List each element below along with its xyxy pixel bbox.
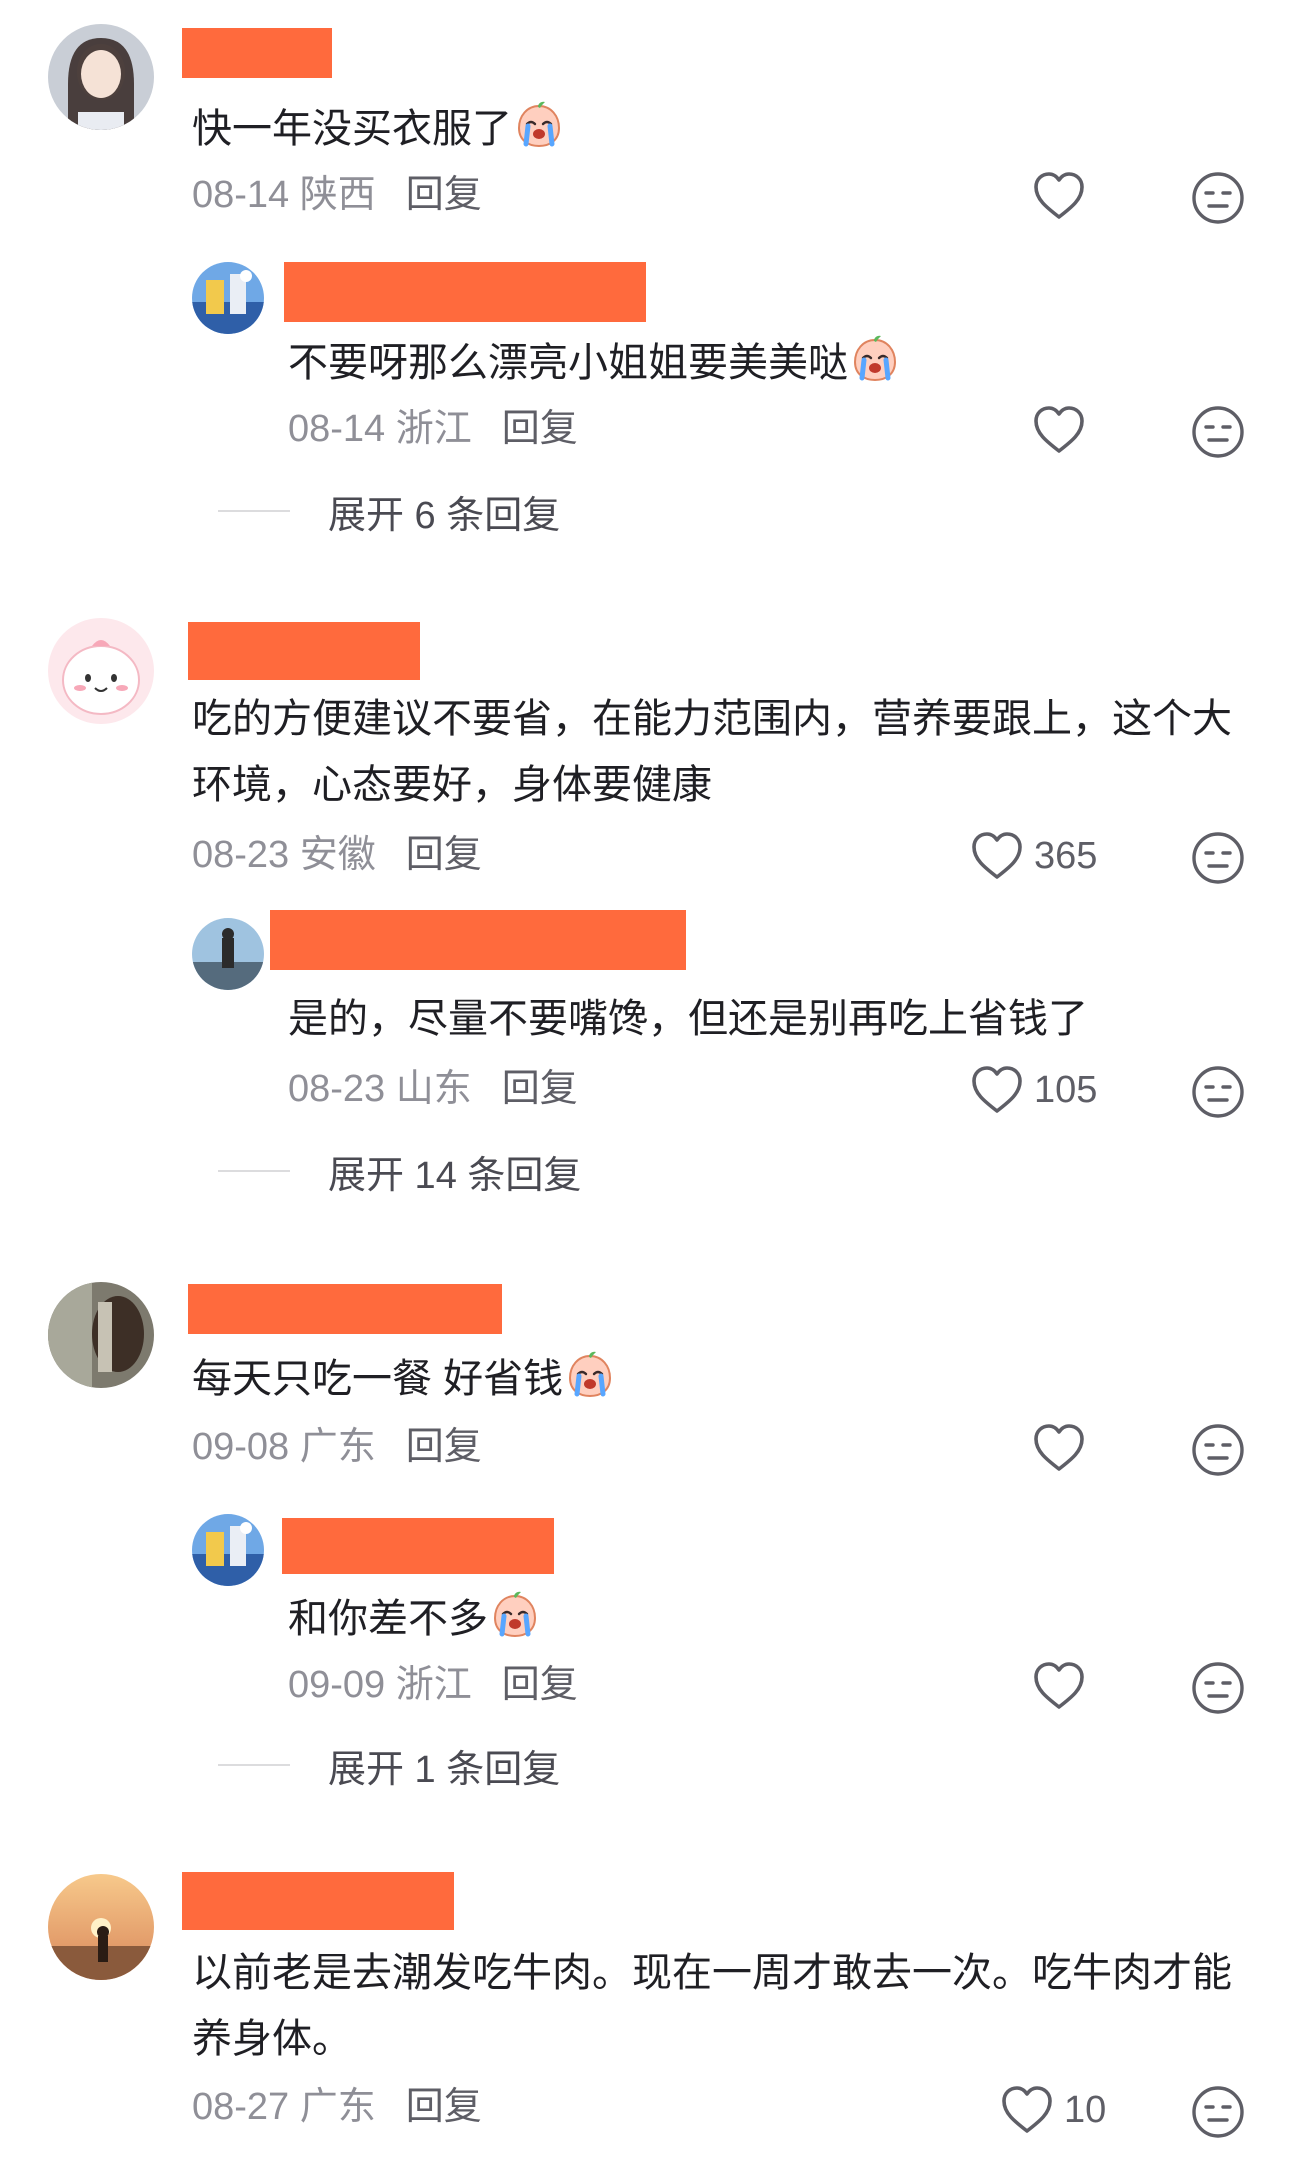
neutral-face-icon	[1190, 830, 1246, 886]
divider	[218, 1170, 290, 1172]
reply-button[interactable]: 回复	[406, 834, 482, 876]
reply-location: 浙江	[395, 408, 472, 450]
reply-button[interactable]: 回复	[502, 1068, 578, 1110]
like-count: 10	[1064, 2088, 1107, 2131]
comment-date: 08-23	[192, 834, 290, 876]
avatar[interactable]	[48, 24, 154, 130]
dislike-button[interactable]	[1190, 830, 1246, 886]
reply-button[interactable]: 回复	[406, 174, 482, 216]
avatar[interactable]	[48, 1282, 154, 1388]
reply-meta: 09-09 浙江 回复	[288, 1660, 578, 1710]
reply-button[interactable]: 回复	[502, 408, 578, 450]
comment-meta: 08-14 陕西 回复	[192, 170, 482, 220]
comment-text: 每天只吃一餐 好省钱	[192, 1346, 615, 1412]
like-count: 105	[1034, 1068, 1098, 1111]
like-button[interactable]	[1032, 1418, 1096, 1478]
heart-outline-icon	[1032, 1423, 1086, 1473]
like-button[interactable]	[1032, 166, 1096, 226]
reply-date: 08-23	[288, 1068, 386, 1110]
comment-meta: 09-08 广东 回复	[192, 1422, 482, 1472]
crying-emoji-icon	[850, 334, 900, 384]
heart-outline-icon	[1032, 405, 1086, 455]
expand-replies-button[interactable]: 展开 14 条回复	[218, 1146, 582, 1197]
comment-text: 吃的方便建议不要省，在能力范围内，营养要跟上，这个大环境，心态要好，身体要健康	[192, 697, 1232, 807]
expand-replies-button[interactable]: 展开 6 条回复	[218, 486, 561, 537]
reply-meta: 08-23 山东 回复	[288, 1064, 578, 1114]
comment-meta: 08-23 安徽 回复	[192, 830, 482, 880]
comment-location: 广东	[299, 1426, 376, 1468]
comment-text: 快一年没买衣服了	[192, 96, 564, 162]
avatar[interactable]	[48, 618, 154, 724]
heart-outline-icon	[1032, 171, 1086, 221]
reply-username-redacted	[284, 262, 646, 322]
dislike-button[interactable]	[1190, 170, 1246, 226]
username-redacted	[188, 622, 420, 680]
neutral-face-icon	[1190, 2084, 1246, 2140]
expand-replies-label: 展开 14 条回复	[328, 1154, 582, 1197]
reply-text: 不要呀那么漂亮小姐姐要美美哒	[288, 330, 900, 396]
dislike-button[interactable]	[1190, 2084, 1246, 2140]
divider	[218, 1764, 290, 1766]
heart-outline-icon	[970, 1065, 1024, 1115]
crying-emoji-icon	[490, 1590, 540, 1640]
reply-avatar[interactable]	[192, 1514, 264, 1586]
like-button[interactable]: 105	[970, 1060, 1097, 1120]
reply-username-redacted	[270, 910, 686, 970]
avatar[interactable]	[48, 1874, 154, 1980]
like-count: 365	[1034, 834, 1098, 877]
comment-date: 09-08	[192, 1426, 290, 1468]
comment-location: 陕西	[299, 174, 376, 216]
like-button[interactable]: 10	[1000, 2080, 1106, 2140]
reply-location: 浙江	[395, 1664, 472, 1706]
reply-button[interactable]: 回复	[502, 1664, 578, 1706]
reply-button[interactable]: 回复	[406, 2086, 482, 2128]
dislike-button[interactable]	[1190, 1064, 1246, 1120]
crying-emoji-icon	[565, 1350, 615, 1400]
username-redacted	[182, 28, 332, 78]
like-button[interactable]: 365	[970, 826, 1097, 886]
neutral-face-icon	[1190, 170, 1246, 226]
username-redacted	[182, 1872, 454, 1930]
reply-text: 和你差不多	[288, 1586, 540, 1652]
dislike-button[interactable]	[1190, 404, 1246, 460]
comment-date: 08-27	[192, 2086, 290, 2128]
reply-button[interactable]: 回复	[406, 1426, 482, 1468]
reply-avatar[interactable]	[192, 262, 264, 334]
reply-avatar[interactable]	[192, 918, 264, 990]
neutral-face-icon	[1190, 1422, 1246, 1478]
dislike-button[interactable]	[1190, 1422, 1246, 1478]
username-redacted	[188, 1284, 502, 1334]
crying-emoji-icon	[514, 100, 564, 150]
reply-date: 08-14	[288, 408, 386, 450]
heart-outline-icon	[970, 831, 1024, 881]
like-button[interactable]	[1032, 400, 1096, 460]
neutral-face-icon	[1190, 1660, 1246, 1716]
reply-date: 09-09	[288, 1664, 386, 1706]
heart-outline-icon	[1032, 1661, 1086, 1711]
divider	[218, 510, 290, 512]
comment-location: 广东	[299, 2086, 376, 2128]
like-button[interactable]	[1032, 1656, 1096, 1716]
comment-meta: 08-27 广东 回复	[192, 2082, 482, 2132]
comment-location: 安徽	[299, 834, 376, 876]
reply-location: 山东	[395, 1068, 472, 1110]
heart-outline-icon	[1000, 2085, 1054, 2135]
comment-date: 08-14	[192, 174, 290, 216]
neutral-face-icon	[1190, 404, 1246, 460]
expand-replies-label: 展开 1 条回复	[328, 1748, 561, 1791]
reply-text: 是的，尽量不要嘴馋，但还是别再吃上省钱了	[288, 997, 1088, 1041]
expand-replies-label: 展开 6 条回复	[328, 494, 561, 537]
dislike-button[interactable]	[1190, 1660, 1246, 1716]
reply-meta: 08-14 浙江 回复	[288, 404, 578, 454]
reply-username-redacted	[282, 1518, 554, 1574]
expand-replies-button[interactable]: 展开 1 条回复	[218, 1740, 561, 1791]
comment-text: 以前老是去潮发吃牛肉。现在一周才敢去一次。吃牛肉才能养身体。	[192, 1951, 1232, 2061]
neutral-face-icon	[1190, 1064, 1246, 1120]
